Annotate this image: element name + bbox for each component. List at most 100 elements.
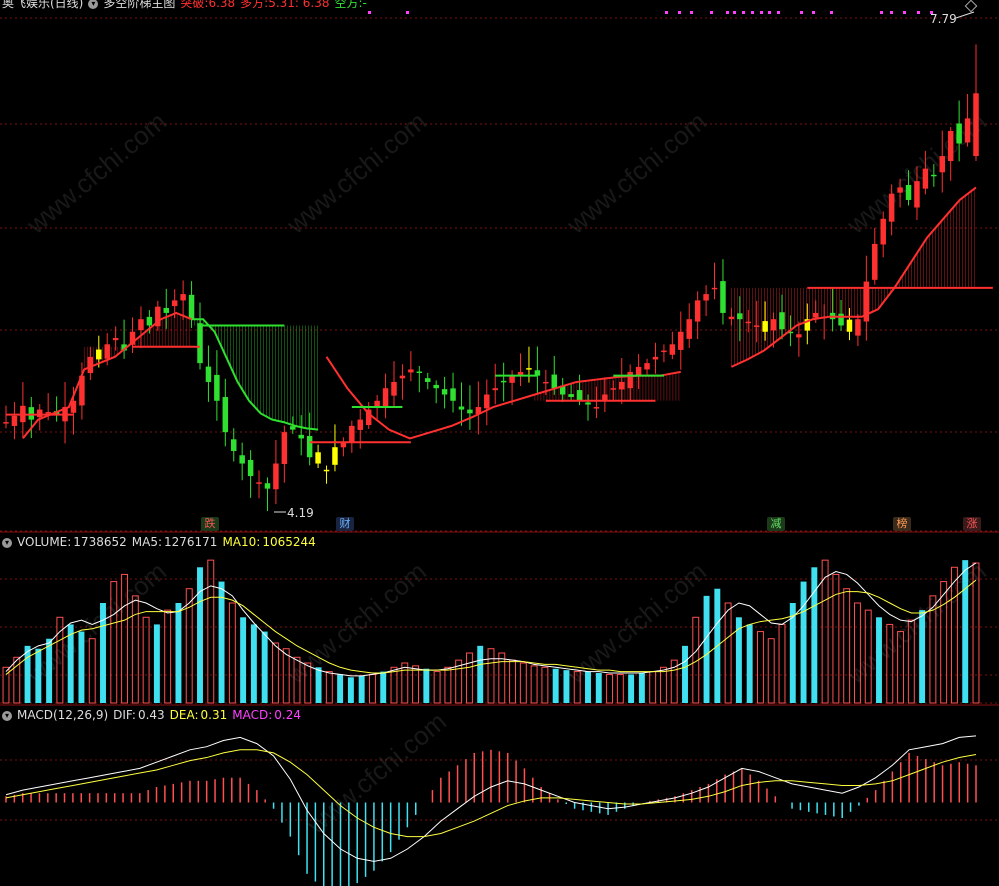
event-marker[interactable]: 财 — [336, 517, 354, 531]
signal-dot — [665, 11, 668, 14]
candle-body — [905, 185, 912, 200]
candle-body — [872, 243, 878, 280]
volume-bar — [638, 673, 645, 703]
candle-body — [441, 389, 448, 395]
indicator-collapse-icon[interactable]: ▾ — [88, 0, 99, 9]
candle-body — [45, 412, 51, 414]
volume-bar — [919, 610, 926, 703]
volume-bar — [88, 638, 96, 704]
signal-dot — [760, 11, 763, 14]
event-marker[interactable]: 涨 — [963, 517, 981, 531]
volume-bar — [197, 567, 203, 703]
candle-body — [678, 331, 684, 350]
candle-body — [838, 313, 844, 326]
volume-bar — [465, 652, 473, 704]
candle-body — [298, 434, 304, 439]
candle-body — [720, 281, 726, 313]
volume-bar — [423, 668, 430, 703]
volume-bar — [207, 559, 215, 704]
macd-label: MACD: — [232, 708, 273, 722]
candle-body — [770, 319, 777, 331]
volume-bar — [756, 631, 764, 704]
volume-bar — [682, 645, 688, 703]
volume-bar — [401, 662, 409, 704]
candle-body — [964, 118, 971, 143]
candle-body — [812, 312, 819, 318]
dif-label: DIF: — [113, 708, 136, 722]
volume-bar — [800, 581, 807, 703]
signal-dots — [368, 11, 933, 14]
candle-body — [931, 174, 937, 177]
volume-bar — [509, 659, 517, 704]
indicator-name[interactable]: 多空阶梯主图 — [103, 0, 175, 10]
candle-body — [610, 388, 617, 390]
ladder-lines — [6, 186, 993, 444]
volume-collapse-icon[interactable]: ▾ — [2, 537, 12, 548]
candle-body — [762, 321, 768, 332]
candle-body — [171, 300, 178, 307]
event-marker[interactable]: 减 — [767, 517, 785, 531]
volume-bar — [541, 666, 549, 704]
candle-body — [897, 187, 903, 193]
volume-bar — [821, 559, 829, 704]
signal-dot — [830, 11, 833, 14]
long-label: 多方: — [240, 0, 269, 10]
breakout-value: 6.38 — [208, 0, 236, 10]
event-marker[interactable]: 跌 — [201, 517, 219, 531]
volume-bar — [358, 675, 365, 703]
candle-body — [399, 375, 406, 379]
macd-series[interactable] — [5, 735, 977, 886]
chart-title: 奥飞娱乐(日线) — [2, 0, 84, 10]
candle-body — [593, 407, 600, 409]
macd-collapse-icon[interactable]: ▾ — [2, 710, 12, 721]
candle-body — [745, 321, 752, 324]
signal-dot — [733, 11, 736, 14]
candle-body — [214, 374, 220, 401]
price-annotations — [274, 0, 978, 513]
diamond-icon — [964, 0, 978, 13]
volume-bar — [433, 671, 441, 704]
candle-body — [526, 368, 532, 370]
signal-dot — [368, 11, 371, 14]
volume-bar — [616, 673, 624, 704]
candle-body — [306, 436, 313, 458]
candle-body — [163, 307, 170, 313]
volume-bar — [767, 638, 775, 704]
candle-body — [779, 312, 785, 330]
volume-bar — [240, 617, 247, 703]
candle-body — [855, 319, 861, 336]
candle-body — [585, 402, 591, 405]
volume-bar — [78, 631, 85, 703]
candle-body — [635, 366, 642, 376]
signal-dot — [678, 11, 681, 14]
volume-bar — [649, 671, 657, 704]
volume-bar — [250, 624, 257, 703]
stock-chart-canvas[interactable]: www.cfchi.com www.cfchi.com www.cfchi.com w… — [0, 0, 999, 886]
candle-body — [551, 374, 558, 389]
volume-bar — [218, 581, 225, 703]
candle-body — [28, 407, 35, 420]
volume-bar — [595, 673, 602, 703]
candle-body — [484, 394, 490, 409]
ma5-value: 1276171 — [164, 535, 218, 549]
candle-body — [433, 384, 439, 389]
candle-body — [416, 371, 423, 374]
signal-dot — [812, 11, 815, 14]
volume-bar — [789, 603, 796, 703]
candle-body — [408, 369, 414, 373]
empty-label: 空方: — [334, 0, 363, 10]
candle-body — [652, 356, 659, 360]
candle-body — [36, 409, 43, 418]
candle-body — [956, 123, 962, 144]
candle-body — [205, 366, 212, 382]
event-marker[interactable]: 榜 — [893, 517, 911, 531]
volume-bar — [628, 674, 635, 703]
candle-body — [188, 294, 195, 320]
volume-bar — [585, 671, 591, 703]
candle-body — [711, 287, 718, 290]
candle-body — [618, 381, 625, 390]
candle-body — [349, 425, 355, 443]
candle-body — [661, 350, 667, 353]
volume-bar — [843, 588, 851, 704]
candle-body — [11, 415, 18, 426]
